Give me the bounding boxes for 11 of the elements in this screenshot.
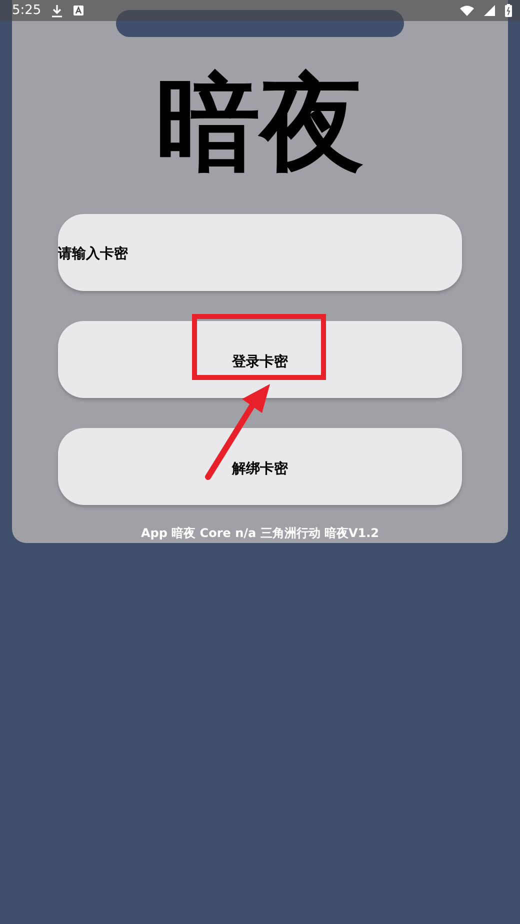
battery-icon	[505, 4, 512, 17]
version-text: App 暗夜 Core n/a 三角洲行动 暗夜V1.2	[140, 525, 380, 542]
app-notification-icon	[73, 5, 84, 16]
action-button[interactable]: 登录卡密	[58, 321, 462, 398]
app-title: 暗夜	[156, 68, 364, 182]
action-button[interactable]: 解绑卡密	[58, 428, 462, 506]
card-key-field[interactable]: 请输入卡密	[58, 214, 462, 292]
wifi-icon	[460, 5, 474, 16]
signal-icon	[484, 5, 495, 16]
clock-time: 5:25	[12, 3, 42, 18]
download-icon	[51, 4, 64, 18]
